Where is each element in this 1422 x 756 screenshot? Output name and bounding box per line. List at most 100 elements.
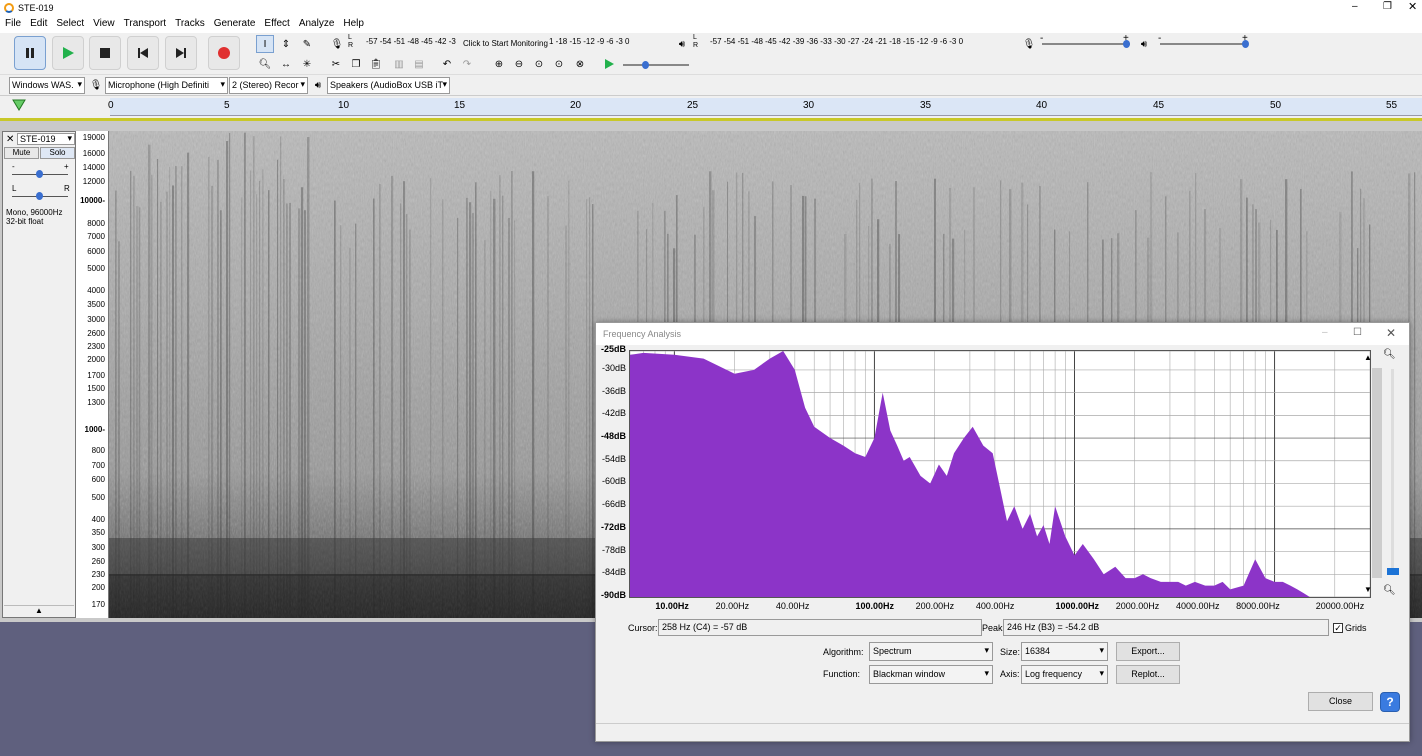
menu-edit[interactable]: Edit <box>25 16 51 29</box>
solo-button[interactable]: Solo <box>40 147 75 159</box>
stop-button[interactable] <box>89 36 121 70</box>
zoom-tool-icon[interactable]: 🔍︎ <box>256 55 274 73</box>
pan-thumb[interactable] <box>36 192 43 200</box>
function-select[interactable]: Blackman window <box>869 665 993 684</box>
menu-generate[interactable]: Generate <box>209 16 260 29</box>
track-close-icon[interactable]: ✕ <box>6 134 14 145</box>
trim-icon[interactable]: ▥ <box>390 55 408 73</box>
zoom-out-icon[interactable]: ⊖ <box>510 55 528 73</box>
record-meter-scale-end[interactable]: 1 -18 -15 -12 -9 -6 -3 0 <box>549 37 629 46</box>
fit-project-icon[interactable]: ⊙ <box>550 55 568 73</box>
playback-volume-thumb[interactable] <box>1242 40 1249 48</box>
recording-volume-slider[interactable] <box>1042 43 1130 45</box>
collapse-track-button[interactable]: ▲ <box>4 605 74 617</box>
help-button[interactable]: ? <box>1380 692 1400 712</box>
recording-device-select[interactable]: Microphone (High Definiti <box>105 77 228 94</box>
menu-file[interactable]: File <box>0 16 25 29</box>
track-name-menu[interactable]: STE-019 ▾ <box>17 133 75 145</box>
zoom-toggle-icon[interactable]: ⊗ <box>571 55 589 73</box>
pause-button[interactable] <box>14 36 46 70</box>
play-speed-slider[interactable] <box>623 64 689 66</box>
pin-playhead-icon[interactable] <box>12 99 26 114</box>
freq-scale-label: 5000 <box>87 264 105 273</box>
dialog-maximize-icon[interactable]: ☐ <box>1353 327 1362 338</box>
spectrum-plot[interactable] <box>629 350 1371 598</box>
scroll-down-icon[interactable]: ▼ <box>1364 585 1372 594</box>
ruler-tick: 45 <box>1153 100 1165 111</box>
frequency-scale[interactable]: 19000 16000 14000 12000 10000- 8000 7000 6000 50… <box>76 131 109 618</box>
zoom-out-spectrum-icon[interactable]: 🔍︎ <box>1383 585 1396 596</box>
maximize-icon[interactable]: ❐ <box>1383 1 1392 12</box>
menu-tracks[interactable]: Tracks <box>170 16 209 29</box>
pan-right-label: R <box>64 184 70 193</box>
ruler-tick: 0 <box>108 100 114 111</box>
timeshift-tool-icon[interactable]: ↔ <box>277 55 295 73</box>
record-button[interactable] <box>208 36 240 70</box>
ruler-tick: 30 <box>803 100 815 111</box>
menu-select[interactable]: Select <box>51 16 88 29</box>
close-button[interactable]: Close <box>1308 692 1373 711</box>
freq-scale-label: 14000 <box>82 163 105 172</box>
undo-icon[interactable]: ↶ <box>438 55 456 73</box>
export-button[interactable]: Export... <box>1116 642 1180 661</box>
audio-host-select[interactable]: Windows WAS. <box>9 77 85 94</box>
minimize-icon[interactable]: – <box>1352 1 1358 12</box>
redo-icon[interactable]: ↷ <box>458 55 476 73</box>
plot-scrollbar[interactable] <box>1372 368 1382 578</box>
menu-transport[interactable]: Transport <box>119 16 170 29</box>
freq-scale-label: 2000 <box>87 355 105 364</box>
vertical-zoom-thumb[interactable] <box>1387 568 1399 575</box>
dialog-minimize-icon[interactable]: – <box>1322 327 1328 338</box>
replot-button[interactable]: Replot... <box>1116 665 1180 684</box>
play-button[interactable] <box>52 36 84 70</box>
recording-channels-select[interactable]: 2 (Stereo) Recor <box>229 77 308 94</box>
y-tick-label: -42dB <box>601 408 626 419</box>
selection-tool-icon[interactable]: I <box>256 35 274 53</box>
draw-tool-icon[interactable]: ✎ <box>298 35 316 53</box>
recording-volume-thumb[interactable] <box>1123 40 1130 48</box>
envelope-tool-icon[interactable]: ⇕ <box>277 35 295 53</box>
menu-help[interactable]: Help <box>338 16 368 29</box>
x-tick-label: 2000.00Hz <box>1115 601 1160 611</box>
ruler-tick: 20 <box>570 100 582 111</box>
y-tick-label: -60dB <box>601 476 626 487</box>
zoom-in-icon[interactable]: ⊕ <box>490 55 508 73</box>
algorithm-select[interactable]: Spectrum <box>869 642 993 661</box>
play-speed-thumb[interactable] <box>642 61 649 69</box>
record-meter-hint[interactable]: Click to Start Monitoring <box>463 39 548 48</box>
x-tick-label: 10.00Hz <box>655 601 689 611</box>
gain-thumb[interactable] <box>36 170 43 178</box>
silence-icon[interactable]: ▤ <box>410 55 428 73</box>
copy-icon[interactable]: ❐ <box>347 55 365 73</box>
y-tick-label: -72dB <box>600 521 626 532</box>
timeline-ruler[interactable] <box>0 96 1422 118</box>
fit-selection-icon[interactable]: ⊙ <box>530 55 548 73</box>
menu-analyze[interactable]: Analyze <box>294 16 339 29</box>
dialog-close-icon[interactable]: ✕ <box>1386 326 1396 340</box>
paste-icon[interactable]: 📋︎ <box>367 55 385 73</box>
menu-effect[interactable]: Effect <box>259 16 293 29</box>
dialog-status-strip <box>596 723 1409 741</box>
mic-meter-icon[interactable]: 🎙︎ <box>328 35 346 53</box>
playback-meter-scale[interactable]: -57 -54 -51 -48 -45 -42 -39 -36 -33 -30 … <box>710 37 963 46</box>
menu-view[interactable]: View <box>88 16 119 29</box>
vertical-zoom-slider[interactable] <box>1391 369 1394 569</box>
multi-tool-icon[interactable]: ✳ <box>298 55 316 73</box>
zoom-in-spectrum-icon[interactable]: 🔍︎ <box>1383 349 1396 360</box>
axis-select[interactable]: Log frequency <box>1021 665 1108 684</box>
size-select[interactable]: 16384 <box>1021 642 1108 661</box>
speaker-volume-icon: 🔊︎ <box>1140 38 1148 50</box>
scroll-up-icon[interactable]: ▲ <box>1364 353 1372 362</box>
cut-icon[interactable]: ✂ <box>327 55 345 73</box>
close-window-icon[interactable]: ✕ <box>1408 0 1417 13</box>
playback-volume-slider[interactable] <box>1160 43 1248 45</box>
record-meter-scale[interactable]: -57 -54 -51 -48 -45 -42 -3 <box>366 37 456 46</box>
skip-start-button[interactable] <box>127 36 159 70</box>
skip-end-button[interactable] <box>165 36 197 70</box>
play-at-speed-icon[interactable] <box>600 55 618 73</box>
grids-checkbox[interactable]: ✓ <box>1333 623 1343 633</box>
mute-button[interactable]: Mute <box>4 147 39 159</box>
playback-device-select[interactable]: Speakers (AudioBox USB iT <box>327 77 450 94</box>
speaker-meter-icon[interactable]: 🔊︎ <box>673 35 691 53</box>
function-label: Function: <box>823 669 861 679</box>
